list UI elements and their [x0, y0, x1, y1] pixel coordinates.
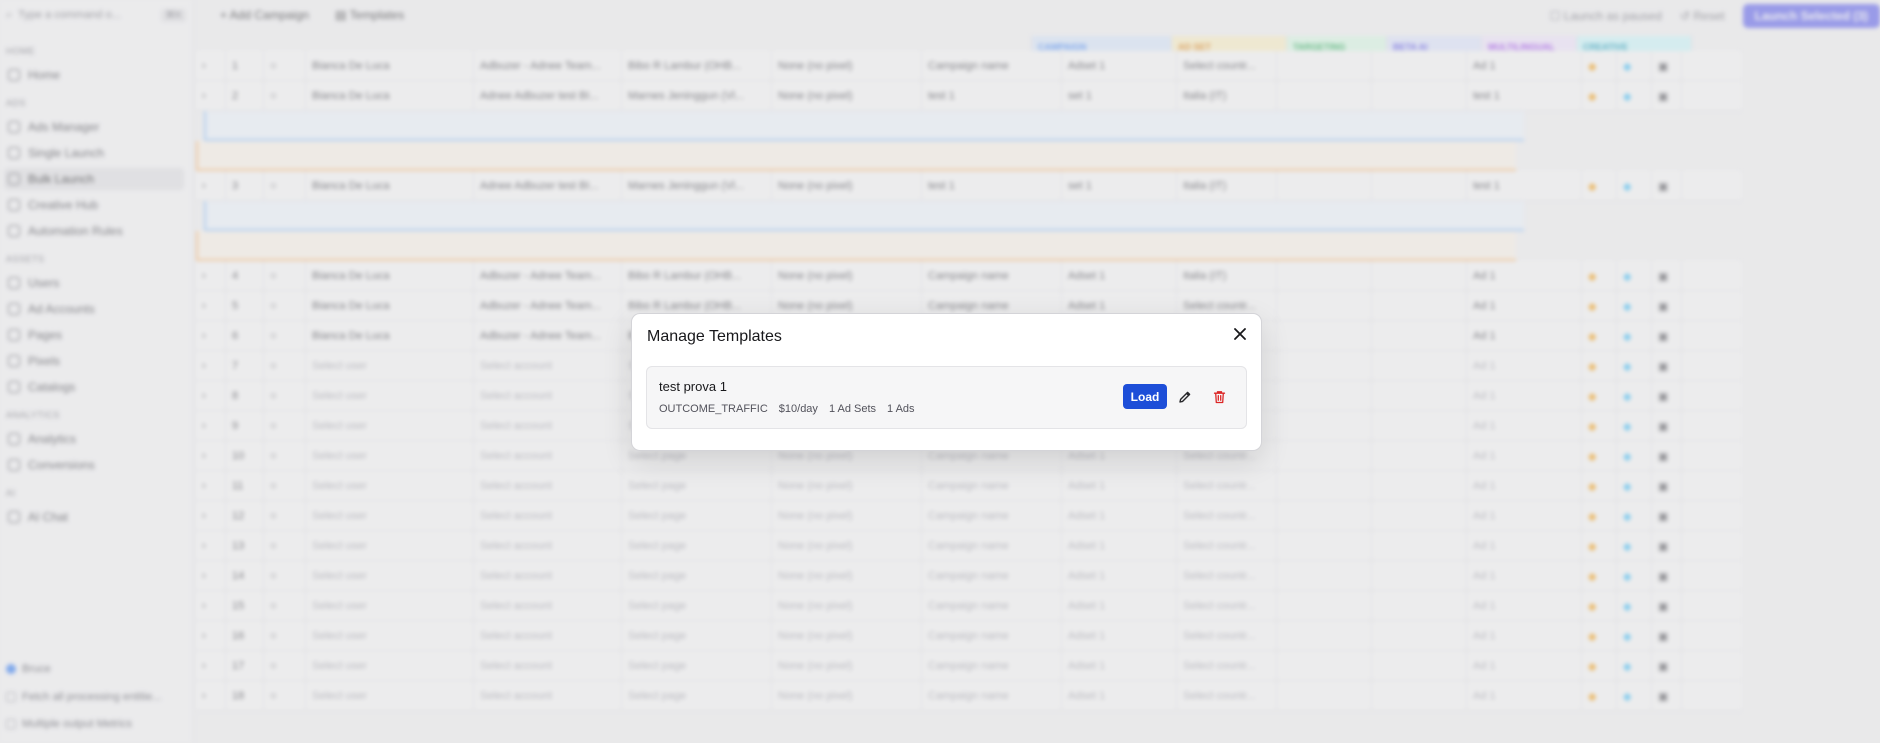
template-budget: $10/day	[778, 403, 818, 415]
edit-button[interactable]	[1173, 385, 1197, 409]
modal-title: Manage Templates	[647, 328, 782, 345]
template-meta: OUTCOME_TRAFFIC $10/day 1 Ad Sets 1 Ads	[659, 403, 915, 415]
manage-templates-modal: Manage Templates test prova 1 OUTCOME_TR…	[631, 313, 1262, 451]
load-button[interactable]: Load	[1123, 384, 1167, 409]
template-ad-sets: 1 Ad Sets	[828, 403, 877, 415]
close-icon	[1234, 328, 1246, 340]
delete-button[interactable]	[1207, 385, 1231, 409]
pencil-icon	[1179, 391, 1191, 403]
template-objective: OUTCOME_TRAFFIC	[659, 403, 768, 415]
template-card: test prova 1 OUTCOME_TRAFFIC $10/day 1 A…	[646, 366, 1247, 429]
trash-icon	[1213, 391, 1225, 404]
template-ads: 1 Ads	[887, 403, 915, 415]
template-name: test prova 1	[659, 379, 727, 394]
close-button[interactable]	[1230, 324, 1250, 344]
